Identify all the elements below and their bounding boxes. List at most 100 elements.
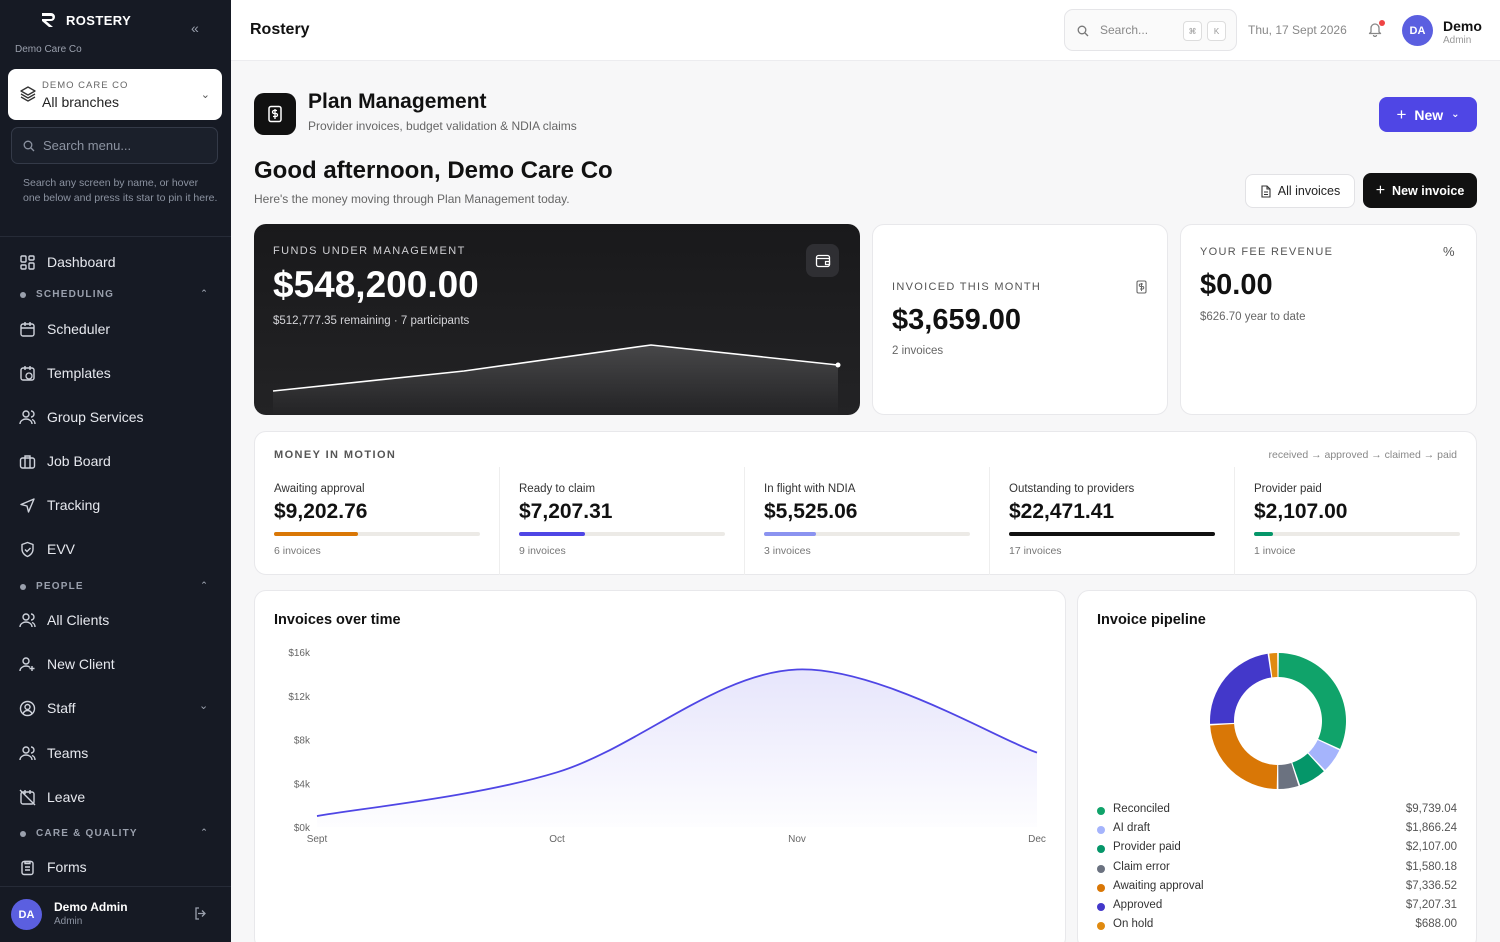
chart-title: Invoice pipeline xyxy=(1097,612,1206,628)
x-tick-label: Oct xyxy=(549,834,565,845)
y-tick-label: $16k xyxy=(288,648,311,659)
legend-swatch xyxy=(1097,845,1105,854)
stage-count: 9 invoices xyxy=(519,545,566,557)
legend-item[interactable]: Approved $7,207.31 xyxy=(1097,899,1457,918)
sidebar-item-label: Teams xyxy=(47,745,89,761)
chevron-down-icon[interactable]: ⌄ xyxy=(199,699,208,712)
section-label: CARE & QUALITY xyxy=(36,828,138,839)
stage-progress-bar xyxy=(274,532,480,536)
pie-slice-reconciled[interactable] xyxy=(1278,653,1346,749)
users-icon xyxy=(19,746,36,761)
stage-value: $2,107.00 xyxy=(1254,500,1348,523)
legend-item[interactable]: Reconciled $9,739.04 xyxy=(1097,803,1457,822)
chevron-up-icon: ⌃ xyxy=(200,827,209,837)
menu-search-placeholder: Search menu... xyxy=(43,138,132,153)
section-label: PEOPLE xyxy=(36,581,84,592)
stage-ready-to-claim[interactable]: Ready to claim $7,207.31 9 invoices xyxy=(500,467,745,575)
stage-provider-paid[interactable]: Provider paid $2,107.00 1 invoice xyxy=(1235,467,1480,575)
stage-progress-bar xyxy=(1254,532,1460,536)
funds-under-management-card[interactable]: FUNDS UNDER MANAGEMENT $548,200.00 $512,… xyxy=(254,224,860,415)
kpi-label: YOUR FEE REVENUE xyxy=(1200,246,1334,258)
legend-item[interactable]: Claim error $1,580.18 xyxy=(1097,861,1457,880)
pie-slice-approved[interactable] xyxy=(1210,653,1272,724)
invoice-pipeline-card: Invoice pipeline Reconciled $9,739.04 AI d… xyxy=(1077,590,1477,942)
current-date: Thu, 17 Sept 2026 xyxy=(1248,23,1347,37)
area-fill xyxy=(317,669,1037,827)
stage-progress-fill xyxy=(764,532,816,536)
stage-outstanding-to-providers[interactable]: Outstanding to providers $22,471.41 17 inv… xyxy=(990,467,1235,575)
sidebar-item-label: All Clients xyxy=(47,612,110,628)
user-role: Admin xyxy=(54,916,83,927)
y-tick-label: $12k xyxy=(288,692,311,703)
sidebar-item-label: Forms xyxy=(47,859,87,875)
wallet-icon[interactable] xyxy=(806,244,839,277)
stage-count: 3 invoices xyxy=(764,545,811,557)
x-tick-label: Dec xyxy=(1028,834,1046,845)
section-label: MONEY IN MOTION xyxy=(274,449,397,461)
sidebar-item-label: Templates xyxy=(47,365,111,381)
legend-amount: $2,107.00 xyxy=(1405,841,1457,854)
global-search-input[interactable]: Search... ⌘ K xyxy=(1064,9,1237,51)
calendar-off-icon xyxy=(19,789,36,806)
sidebar-item-label: EVV xyxy=(47,541,76,557)
all-invoices-label: All invoices xyxy=(1277,184,1341,198)
logout-icon[interactable] xyxy=(193,906,208,921)
section-dot xyxy=(20,292,26,298)
stage-progress-fill xyxy=(1009,532,1215,536)
branch-selector[interactable]: DEMO CARE CO All branches ⌄ xyxy=(8,69,222,120)
brand[interactable]: ROSTERY xyxy=(40,12,131,28)
legend-item[interactable]: AI draft $1,866.24 xyxy=(1097,822,1457,841)
legend-swatch xyxy=(1097,903,1105,911)
funds-sparkline xyxy=(272,344,841,415)
x-tick-label: Sept xyxy=(307,834,328,845)
app-title: Rostery xyxy=(250,21,310,38)
new-button[interactable]: + New ⌄ xyxy=(1379,97,1477,132)
legend-item[interactable]: Provider paid $2,107.00 xyxy=(1097,841,1457,860)
invoiced-this-month-card[interactable]: INVOICED THIS MONTH $3,659.00 2 invoices xyxy=(872,224,1168,415)
stage-awaiting-approval[interactable]: Awaiting approval $9,202.76 6 invoices xyxy=(255,467,500,575)
sidebar-item-label: Dashboard xyxy=(47,254,116,270)
sidebar-user[interactable]: DA Demo Admin Admin xyxy=(0,886,231,942)
legend-amount: $9,739.04 xyxy=(1405,803,1457,815)
menu-search-input[interactable]: Search menu... xyxy=(11,127,218,164)
legend-amount: $1,866.24 xyxy=(1405,822,1457,835)
y-tick-label: $4k xyxy=(294,779,311,790)
chevron-up-icon: ⌃ xyxy=(200,580,209,590)
legend-item[interactable]: On hold $688.00 xyxy=(1097,918,1457,937)
legend-swatch xyxy=(1097,922,1105,931)
new-button-label: New xyxy=(1414,106,1444,123)
user-name[interactable]: Demo xyxy=(1443,18,1482,34)
legend-label: Approved xyxy=(1113,899,1163,911)
all-invoices-button[interactable]: All invoices xyxy=(1245,174,1355,208)
legend-item[interactable]: Awaiting approval $7,336.52 xyxy=(1097,880,1457,899)
collapse-sidebar-icon[interactable]: « xyxy=(191,20,199,36)
fee-revenue-card[interactable]: YOUR FEE REVENUE % $0.00 $626.70 year to… xyxy=(1180,224,1477,415)
avatar: DA xyxy=(11,899,42,930)
avatar[interactable]: DA xyxy=(1402,15,1433,46)
flow-legend: received → approved → claimed → paid xyxy=(1268,449,1457,461)
kpi-value: $548,200.00 xyxy=(273,264,479,305)
stage-progress-fill xyxy=(519,532,585,536)
stage-name: Outstanding to providers xyxy=(1009,483,1135,495)
section-label: SCHEDULING xyxy=(36,289,115,300)
calendar-clock-icon xyxy=(20,366,35,381)
new-invoice-button[interactable]: + New invoice xyxy=(1363,173,1477,208)
plus-icon: + xyxy=(1396,104,1407,124)
stage-count: 17 invoices xyxy=(1009,545,1062,557)
sidebar-item-label: Group Services xyxy=(47,409,144,425)
stage-name: Awaiting approval xyxy=(274,483,365,495)
new-invoice-label: New invoice xyxy=(1392,183,1465,198)
receipt-icon xyxy=(1136,280,1147,294)
kpi-subtext: 2 invoices xyxy=(892,345,944,357)
sidebar: ROSTERY Demo Care Co « DEMO CARE CO All … xyxy=(0,0,231,942)
receipt-icon xyxy=(268,105,282,123)
stage-in-flight-with-ndia[interactable]: In flight with NDIA $5,525.06 3 invoices xyxy=(745,467,990,575)
user-role: Admin xyxy=(1443,35,1472,46)
stage-progress-bar xyxy=(1009,532,1215,536)
legend-amount: $688.00 xyxy=(1415,918,1457,931)
pie-slice-awaiting-approval[interactable] xyxy=(1210,723,1278,789)
kpi-label: INVOICED THIS MONTH xyxy=(892,281,1042,293)
document-icon xyxy=(1261,184,1271,198)
stage-value: $5,525.06 xyxy=(764,500,858,523)
greeting: Good afternoon, Demo Care Co xyxy=(254,157,613,184)
